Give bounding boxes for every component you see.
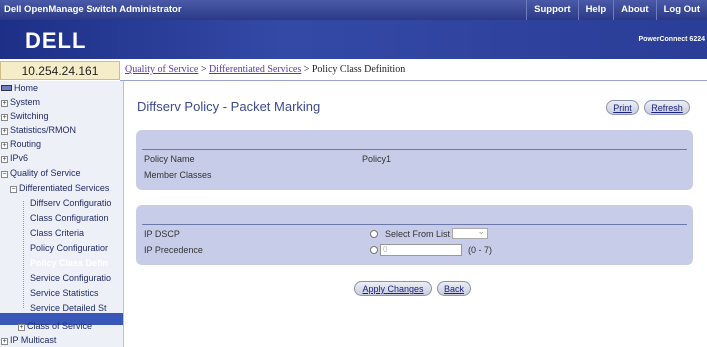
help-link[interactable]: Help — [577, 0, 614, 20]
back-button[interactable]: Back — [437, 281, 471, 296]
nav-item-qos[interactable]: − Quality of Service — [1, 168, 81, 178]
expand-icon[interactable]: + — [1, 142, 8, 149]
panel-header-line — [142, 149, 687, 150]
apply-changes-button[interactable]: Apply Changes — [354, 281, 432, 296]
expand-icon[interactable]: + — [1, 100, 8, 107]
nav-label: IPv6 — [10, 153, 29, 163]
ip-precedence-range: (0 - 7) — [468, 245, 493, 255]
breadcrumb-current: Policy Class Definition — [311, 64, 406, 75]
app-title: Dell OpenManage Switch Administrator — [4, 4, 182, 15]
logout-link[interactable]: Log Out — [655, 0, 707, 20]
policy-name-row: Policy Name Policy1 — [142, 152, 687, 166]
nav-item-service-detailed[interactable]: Service Detailed St — [30, 303, 107, 313]
about-link[interactable]: About — [613, 0, 655, 20]
policy-panel: Policy Name Policy1 Member Classes — [136, 130, 693, 190]
expand-icon[interactable]: + — [1, 128, 8, 135]
page-title: Diffserv Policy - Packet Marking — [137, 99, 321, 114]
nav-item-switching[interactable]: + Switching — [1, 111, 49, 121]
member-classes-row: Member Classes — [142, 168, 687, 182]
expand-icon[interactable]: + — [18, 324, 25, 331]
collapse-icon[interactable]: − — [1, 171, 8, 178]
ip-precedence-row: IP Precedence 0 (0 - 7) — [142, 243, 687, 257]
nav-label: Home — [14, 83, 39, 93]
nav-item-class-config[interactable]: Class Configuration — [30, 213, 109, 223]
ip-dscp-radio[interactable] — [370, 230, 378, 238]
breadcrumb-separator: > — [301, 64, 312, 75]
nav-label: IP Multicast — [10, 335, 57, 345]
dell-logo: DELL — [25, 28, 87, 53]
home-icon — [1, 85, 12, 91]
nav-item-cos[interactable]: + Class of Service — [18, 321, 92, 331]
refresh-button[interactable]: Refresh — [644, 100, 690, 115]
select-from-list-label: Select From List — [385, 229, 451, 239]
nav-label: Differentiated Services — [19, 183, 110, 193]
banner: DELL PowerConnect 6224 — [0, 20, 707, 59]
nav-item-system[interactable]: + System — [1, 97, 40, 107]
nav-item-diffserv[interactable]: − Differentiated Services — [10, 183, 109, 193]
nav-item-diffserv-config[interactable]: Diffserv Configuratio — [30, 198, 111, 208]
expand-icon[interactable]: + — [1, 114, 8, 121]
ip-precedence-radio[interactable] — [370, 246, 378, 254]
nav-label: Statistics/RMON — [10, 125, 77, 135]
ip-precedence-input[interactable]: 0 — [380, 244, 462, 256]
dscp-select[interactable] — [452, 226, 488, 239]
divider — [120, 80, 707, 81]
expand-icon[interactable]: + — [1, 338, 8, 345]
member-classes-label: Member Classes — [144, 170, 212, 180]
tree-guide-line — [23, 201, 24, 308]
top-bar: Dell OpenManage Switch Administrator Sup… — [0, 0, 707, 20]
nav-label: System — [10, 97, 41, 107]
marking-panel: IP DSCP Select From List IP Precedence 0… — [136, 205, 693, 265]
nav-label: Switching — [10, 111, 49, 121]
nav-item-home[interactable]: Home — [1, 83, 38, 93]
nav-item-service-config[interactable]: Service Configuratio — [30, 273, 111, 283]
breadcrumb-diffserv-link[interactable]: Differentiated Services — [209, 64, 301, 75]
nav-item-service-stats[interactable]: Service Statistics — [30, 288, 99, 298]
ip-address: 10.254.24.161 — [0, 61, 120, 80]
policy-name-label: Policy Name — [144, 154, 195, 164]
breadcrumb: Quality of Service > Differentiated Serv… — [125, 64, 405, 75]
breadcrumb-qos-link[interactable]: Quality of Service — [125, 64, 198, 75]
nav-tree: Home + System + Switching + Statistics/RMON… — [0, 81, 124, 347]
support-link[interactable]: Support — [526, 0, 577, 20]
expand-icon[interactable]: + — [1, 156, 8, 163]
nav-label: Quality of Service — [10, 168, 81, 178]
nav-item-ipv6[interactable]: + IPv6 — [1, 153, 28, 163]
nav-item-ip-multicast[interactable]: + IP Multicast — [1, 335, 56, 345]
ip-dscp-label: IP DSCP — [144, 229, 180, 239]
ip-precedence-label: IP Precedence — [144, 245, 203, 255]
nav-item-class-criteria[interactable]: Class Criteria — [30, 228, 84, 238]
top-links: Support Help About Log Out — [526, 0, 707, 20]
ip-dscp-row: IP DSCP Select From List — [142, 226, 687, 241]
nav-label: Class of Service — [27, 321, 93, 331]
panel-header-line — [142, 224, 687, 225]
nav-item-statistics[interactable]: + Statistics/RMON — [1, 125, 76, 135]
collapse-icon[interactable]: − — [10, 186, 17, 193]
nav-label: Routing — [10, 139, 42, 149]
nav-item-policy-class-def[interactable]: Policy Class Defin — [30, 258, 108, 268]
print-button[interactable]: Print — [606, 100, 639, 115]
policy-name-value: Policy1 — [362, 154, 392, 164]
nav-item-policy-config[interactable]: Policy Configuratior — [30, 243, 108, 253]
breadcrumb-separator: > — [198, 64, 209, 75]
model-name: PowerConnect 6224 — [638, 36, 705, 43]
nav-item-routing[interactable]: + Routing — [1, 139, 41, 149]
